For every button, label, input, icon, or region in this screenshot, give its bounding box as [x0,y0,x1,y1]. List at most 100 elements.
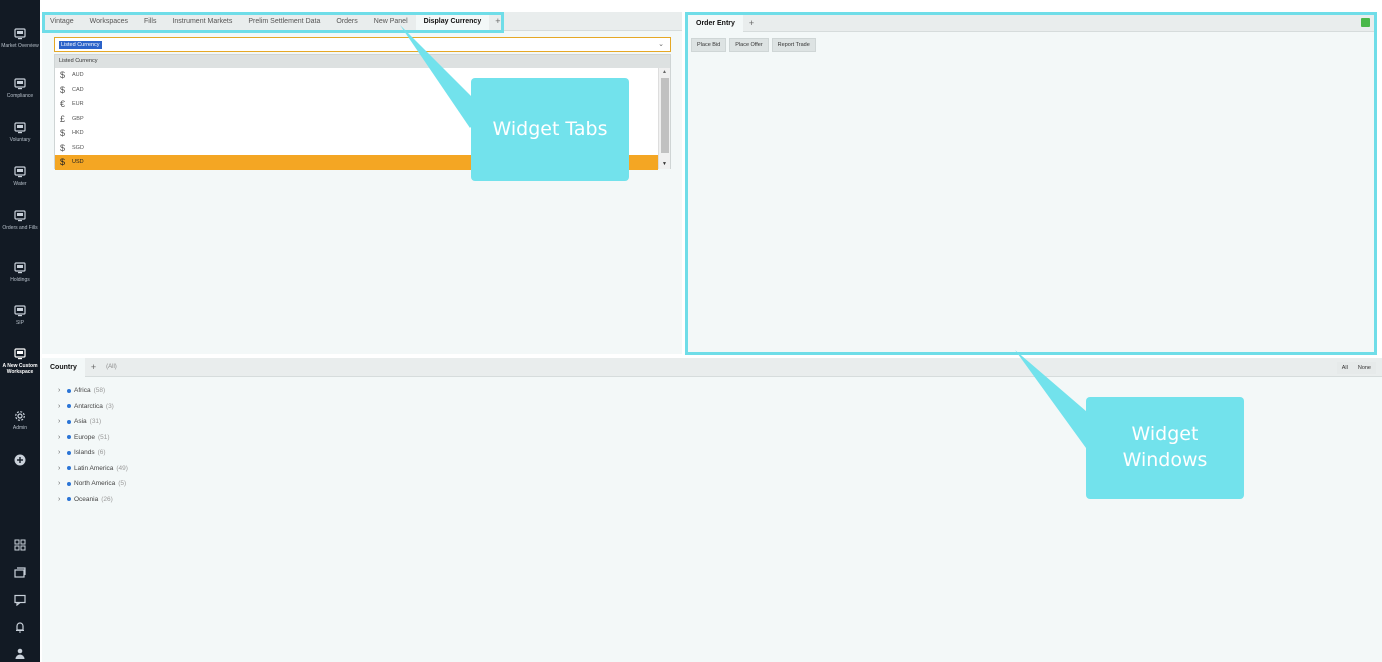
sidebar-item-admin[interactable]: Admin [0,410,40,431]
place-offer-button[interactable]: Place Offer [729,38,769,52]
callout-widget-windows-text: Widget Windows [1122,423,1208,471]
status-dot [67,388,71,393]
region-count: (26) [101,495,113,503]
sidebar-item-voluntary[interactable]: Voluntary [0,122,40,143]
region-count: (3) [105,402,114,410]
sidebar-item-label: Orders and Fills [2,225,38,231]
status-dot [67,404,71,409]
status-dot [67,419,71,424]
dropdown-scrollbar[interactable]: ▲ ▼ [658,68,670,169]
region-count: (5) [118,480,127,488]
sidebar-item-label: Market Overview [1,43,39,49]
widget-tabbar: Country + (All) [42,357,1382,377]
add-tab-button[interactable]: + [743,15,760,32]
user-icon[interactable] [14,647,26,659]
tab-workspaces[interactable]: Workspaces [82,12,136,31]
dollar-icon: $ [60,142,66,153]
select-all-button[interactable]: All [1336,362,1353,374]
option-label: USD [72,159,84,166]
add-workspace-icon[interactable] [14,454,26,466]
status-dot [67,466,71,471]
euro-icon: € [60,99,66,110]
sidebar-item-new-custom-workspace[interactable]: A New Custom Workspace [0,348,40,375]
status-dot [67,497,71,502]
scroll-thumb[interactable] [661,78,669,153]
order-buttons: Place Bid Place Offer Report Trade [688,32,1374,58]
option-label: EUR [72,101,84,108]
sidebar-item-compliance[interactable]: Compliance [0,78,40,99]
sidebar-item-label: SIP [15,320,25,326]
currency-select-value: Listed Currency [59,40,102,49]
tab-instrument-markets[interactable]: Instrument Markets [164,12,240,31]
chevron-right-icon[interactable]: › [58,496,67,503]
sidebar-item-market-overview[interactable]: Market Overview [0,28,40,49]
tab-display-currency[interactable]: Display Currency [415,11,490,31]
option-label: HKD [72,130,84,137]
chevron-right-icon[interactable]: › [58,480,67,487]
grid-icon[interactable] [14,539,26,551]
monitor-icon [14,348,26,360]
tab-order-entry[interactable]: Order Entry [688,14,743,32]
tab-vintage[interactable]: Vintage [42,12,82,31]
pound-icon: £ [60,113,66,124]
region-name: Islands [74,449,95,457]
region-count: (51) [97,433,110,441]
sidebar-item-sip[interactable]: SIP [0,305,40,326]
dollar-icon: $ [60,157,66,168]
region-name: Latin America [74,464,114,472]
link-icon[interactable] [1361,18,1370,27]
chat-icon[interactable] [14,594,26,606]
report-trade-button[interactable]: Report Trade [771,38,816,52]
monitor-icon [14,210,26,222]
add-tab-button[interactable]: + [489,12,506,31]
sidebar-item-label: Holdings [10,277,30,283]
currency-select[interactable]: Listed Currency ⌄ [54,37,671,52]
region-name: Oceania [74,495,99,503]
place-bid-button[interactable]: Place Bid [691,38,727,52]
sidebar-item-water[interactable]: Water [0,166,40,187]
callout-widget-tabs: Widget Tabs [471,78,629,181]
tab-new-panel[interactable]: New Panel [366,12,416,31]
widget-window-right: Order Entry + Place Bid Place Offer Repo… [685,12,1377,355]
dollar-icon: $ [60,128,66,139]
region-count: (58) [93,387,106,395]
sidebar-item-orders-and-fills[interactable]: Orders and Fills [0,210,40,231]
chevron-right-icon[interactable]: › [58,387,67,394]
chevron-right-icon[interactable]: › [58,449,67,456]
gear-icon [15,411,25,421]
option-label: GBP [72,115,84,122]
sidebar-item-holdings[interactable]: Holdings [0,262,40,283]
scroll-down-icon[interactable]: ▼ [659,160,670,169]
widget-window-left: Vintage Workspaces Fills Instrument Mark… [42,11,682,354]
monitor-icon [14,28,26,40]
widget-tabbar: Vintage Workspaces Fills Instrument Mark… [42,11,682,31]
tab-prelim-settlement-data[interactable]: Prelim Settlement Data [240,12,328,31]
status-dot [67,435,71,440]
select-none-button[interactable]: None [1352,362,1376,374]
monitor-icon [14,166,26,178]
tab-country[interactable]: Country [42,357,85,377]
widget-tabbar: Order Entry + [688,14,1374,32]
tab-fills[interactable]: Fills [136,12,164,31]
chevron-right-icon[interactable]: › [58,465,67,472]
chevron-right-icon[interactable]: › [58,403,67,410]
scroll-up-icon[interactable]: ▲ [659,68,670,77]
add-tab-button[interactable]: + [85,358,102,377]
sidebar-item-label: Admin [12,425,28,431]
chevron-right-icon[interactable]: › [58,418,67,425]
region-name: Europe [74,433,95,441]
option-label: SGD [72,144,84,151]
bell-icon[interactable] [14,621,26,633]
windows-icon[interactable] [14,567,26,579]
tab-orders[interactable]: Orders [328,12,365,31]
sidebar-item-label: A New Custom Workspace [2,363,38,375]
chevron-right-icon[interactable]: › [58,434,67,441]
chevron-down-icon: ⌄ [658,41,664,48]
sidebar-item-label: Water [13,181,27,187]
app: Market Overview Compliance Voluntary Wat… [0,0,1382,662]
sidebar-item-label: Compliance [6,93,34,99]
status-dot [67,450,71,455]
region-name: Asia [74,418,87,426]
region-count: (31) [89,418,102,426]
region-count: (49) [116,464,128,472]
